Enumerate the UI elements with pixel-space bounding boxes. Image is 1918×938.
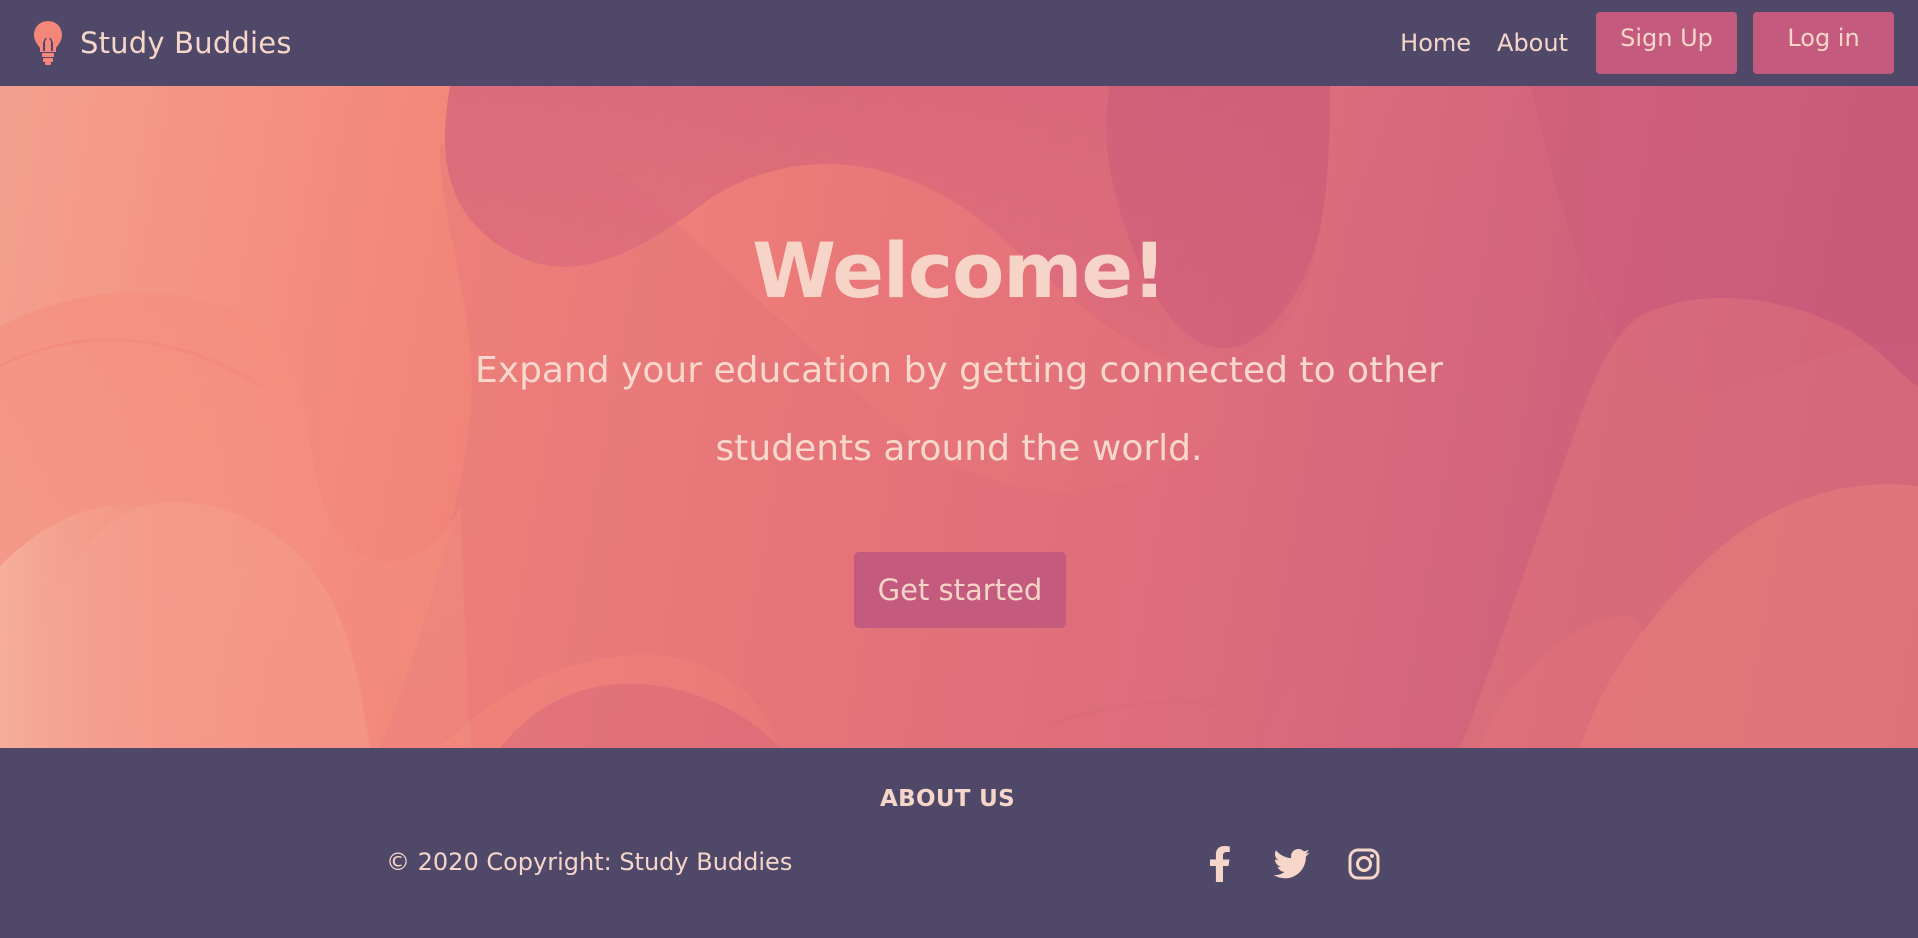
about-us-heading: ABOUT US <box>880 786 1015 812</box>
hero-content: Welcome! Expand your education by gettin… <box>0 86 1918 748</box>
nav-link-home[interactable]: Home <box>1400 29 1471 57</box>
brand-name: Study Buddies <box>80 26 292 60</box>
nav-menu: Home About Sign Up Log in <box>1400 12 1894 74</box>
hero-subtitle: Expand your education by getting connect… <box>475 350 1443 469</box>
hero-title: Welcome! <box>752 226 1166 315</box>
copyright-text: © 2020 Copyright: Study Buddies <box>386 848 793 876</box>
log-in-button[interactable]: Log in <box>1753 12 1894 74</box>
twitter-icon[interactable] <box>1272 844 1312 884</box>
page-footer: ABOUT US © 2020 Copyright: Study Buddies <box>0 748 1918 938</box>
instagram-icon[interactable] <box>1344 844 1384 884</box>
nav-link-about[interactable]: About <box>1497 29 1568 57</box>
sign-up-button[interactable]: Sign Up <box>1596 12 1737 74</box>
social-links <box>1200 844 1384 884</box>
top-navbar: Study Buddies Home About Sign Up Log in <box>0 0 1918 86</box>
brand-link[interactable]: Study Buddies <box>32 19 292 67</box>
hero-section: Welcome! Expand your education by gettin… <box>0 86 1918 748</box>
facebook-icon[interactable] <box>1200 844 1240 884</box>
lightbulb-icon <box>32 19 64 67</box>
get-started-button[interactable]: Get started <box>854 552 1066 628</box>
